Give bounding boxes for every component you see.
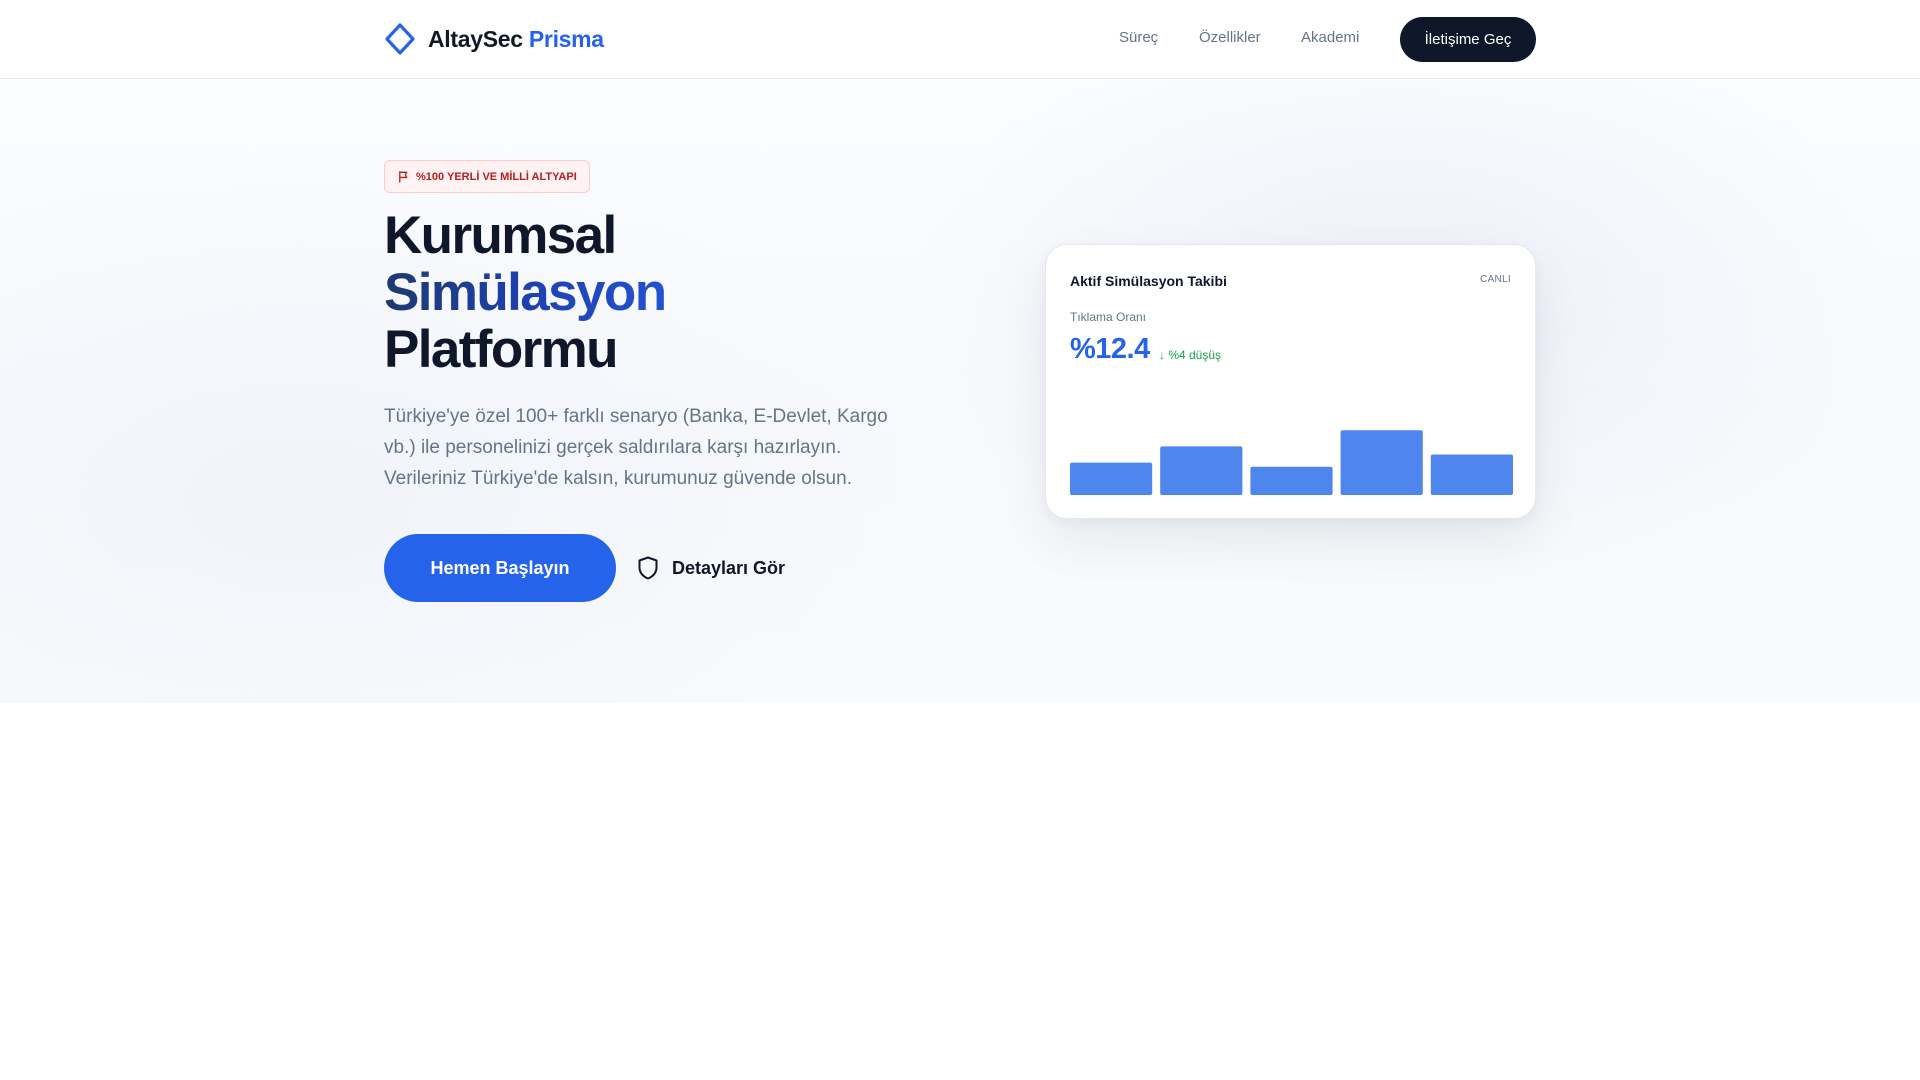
origin-badge: %100 YERLİ VE MİLLİ ALTYAPI: [384, 160, 590, 193]
shield-icon: [638, 556, 658, 580]
card-title: Aktif Simülasyon Takibi: [1070, 273, 1227, 289]
hero-title: Kurumsal Simülasyon Platformu: [384, 206, 667, 379]
hero-title-line-3: Platformu: [384, 320, 619, 379]
click-rate-bar-chart: [1070, 430, 1513, 495]
flag-icon: [399, 171, 408, 183]
chart-bar-4: [1340, 430, 1423, 495]
metric-label: Tıklama Oranı: [1070, 310, 1147, 324]
get-started-button[interactable]: Hemen Başlayın: [384, 534, 616, 602]
contact-button[interactable]: İletişime Geç: [1400, 17, 1536, 62]
chart-bar-1: [1070, 462, 1153, 495]
nav-link-surec[interactable]: Süreç: [1119, 29, 1158, 46]
badge-text: %100 YERLİ VE MİLLİ ALTYAPI: [416, 170, 577, 183]
nav-link-akademi[interactable]: Akademi: [1301, 29, 1359, 46]
hero-description: Türkiye'ye özel 100+ farklı senaryo (Ban…: [384, 406, 888, 489]
view-details-label: Detayları Gör: [672, 557, 786, 578]
brand-name-accent: Prisma: [528, 25, 604, 52]
chart-bar-2: [1160, 446, 1243, 495]
metric-delta: ↓ %4 düşüş: [1159, 348, 1222, 362]
chart-bar-3: [1250, 466, 1333, 495]
hero-title-line-2: Simülasyon: [384, 263, 667, 322]
site-header: AltaySec Prisma Süreç Özellikler Akademi…: [0, 0, 1920, 79]
live-indicator: CANLI: [1480, 274, 1511, 285]
chart-bar-5: [1430, 454, 1513, 495]
brand-name-main: AltaySec: [428, 25, 523, 52]
simulation-tracking-card: Aktif Simülasyon Takibi CANLI Tıklama Or…: [1045, 244, 1536, 519]
hero-title-line-1: Kurumsal: [384, 206, 617, 265]
brand-name: AltaySec Prisma: [428, 26, 604, 53]
metric-value: %12.4: [1070, 333, 1150, 365]
hero-background: [0, 80, 1920, 703]
view-details-button[interactable]: Detayları Gör: [636, 551, 785, 585]
diamond-outline-icon: [385, 23, 415, 55]
brand-logo[interactable]: AltaySec Prisma: [384, 22, 604, 56]
nav-link-ozellikler[interactable]: Özellikler: [1199, 29, 1261, 46]
